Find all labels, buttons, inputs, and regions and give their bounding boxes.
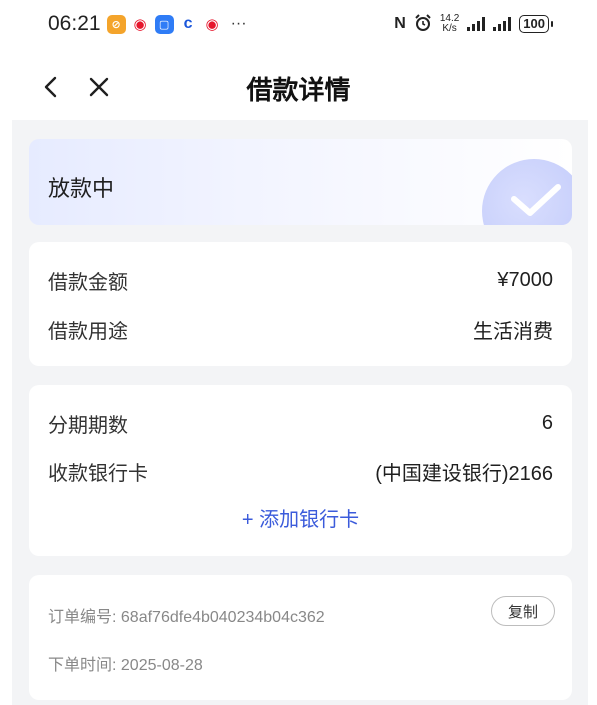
loan-amount-label: 借款金额 bbox=[48, 272, 128, 294]
check-circle-icon bbox=[482, 159, 572, 225]
loan-detail-content: 放款中 借款金额 ¥7000 借款用途 生活消费 分期期数 6 收款银行卡 (中… bbox=[12, 120, 588, 705]
battery-level: 100 bbox=[523, 16, 545, 31]
loan-status-card: 放款中 bbox=[29, 139, 572, 225]
loan-purpose-value: 生活消费 bbox=[473, 321, 553, 343]
installment-card: 分期期数 6 收款银行卡 (中国建设银行)2166 + 添加银行卡 bbox=[29, 385, 572, 556]
loan-status-text: 放款中 bbox=[48, 176, 115, 201]
nfc-icon: N bbox=[394, 15, 406, 32]
loan-purpose-label: 借款用途 bbox=[48, 321, 128, 343]
network-speed-unit: K/s bbox=[442, 23, 457, 34]
installment-periods-label: 分期期数 bbox=[48, 415, 128, 437]
status-bar: 06:21 ⊘ ◉ ▢ c ◉ ··· N 14.2 K/s 100 bbox=[0, 0, 597, 48]
network-speed: 14.2 K/s bbox=[440, 14, 459, 34]
bank-card-label: 收款银行卡 bbox=[48, 463, 148, 485]
signal-icon bbox=[493, 17, 512, 31]
signal-icon bbox=[467, 17, 486, 31]
browser-icon: c bbox=[178, 14, 198, 34]
loan-amount-value: ¥7000 bbox=[497, 269, 553, 291]
more-notifications-icon: ··· bbox=[230, 15, 247, 32]
copy-order-number-button[interactable]: 复制 bbox=[491, 596, 555, 626]
order-time-row: 下单时间: 2025-08-28 bbox=[48, 651, 203, 675]
bank-card-row: 收款银行卡 (中国建设银行)2166 bbox=[48, 457, 553, 486]
alarm-icon bbox=[414, 13, 432, 35]
weibo-icon: ◉ bbox=[130, 14, 150, 34]
status-time: 06:21 bbox=[48, 12, 101, 35]
order-number-value: 68af76dfe4b040234b04c362 bbox=[120, 609, 325, 626]
loan-amount-row: 借款金额 ¥7000 bbox=[48, 266, 553, 295]
loan-info-card: 借款金额 ¥7000 借款用途 生活消费 bbox=[29, 242, 572, 366]
order-number-label: 订单编号: bbox=[48, 609, 117, 626]
order-time-value: 2025-08-28 bbox=[120, 657, 203, 674]
order-number-row: 订单编号: 68af76dfe4b040234b04c362 bbox=[48, 603, 325, 627]
add-bank-card-button[interactable]: + 添加银行卡 bbox=[29, 503, 572, 532]
bank-card-value: (中国建设银行)2166 bbox=[375, 463, 553, 485]
battery-icon: 100 bbox=[519, 15, 553, 33]
order-time-label: 下单时间: bbox=[48, 657, 117, 674]
installment-periods-value: 6 bbox=[541, 412, 553, 434]
message-icon: ▢ bbox=[154, 14, 174, 34]
weibo-icon: ◉ bbox=[202, 14, 222, 34]
app-notification-icon: ⊘ bbox=[106, 14, 126, 34]
order-info-card: 订单编号: 68af76dfe4b040234b04c362 复制 下单时间: … bbox=[29, 575, 572, 700]
installment-periods-row: 分期期数 6 bbox=[48, 409, 553, 438]
navigation-bar: 借款详情 bbox=[0, 60, 597, 116]
page-title: 借款详情 bbox=[246, 75, 351, 105]
loan-purpose-row: 借款用途 生活消费 bbox=[48, 315, 553, 344]
